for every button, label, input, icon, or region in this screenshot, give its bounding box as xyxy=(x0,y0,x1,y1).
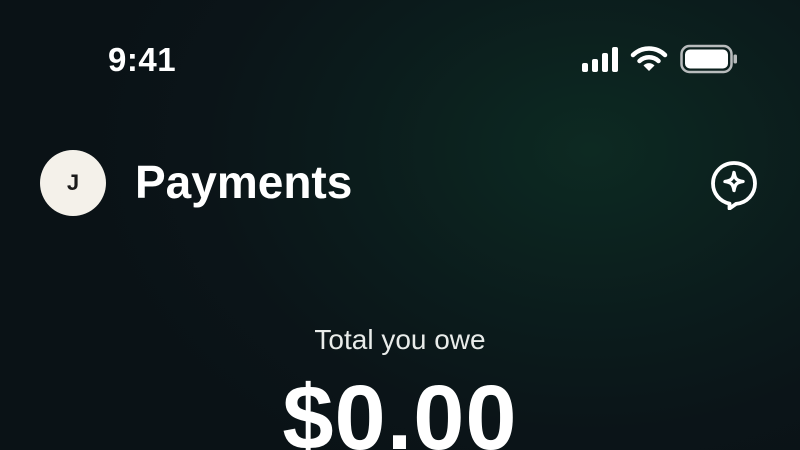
battery-icon xyxy=(680,44,737,74)
status-icons xyxy=(582,44,738,74)
balance-amount: $0.00 xyxy=(282,367,518,450)
status-time: 9:41 xyxy=(108,41,177,78)
wifi-icon xyxy=(630,46,668,71)
avatar-initial: J xyxy=(66,170,80,195)
sparkle-chat-icon xyxy=(711,161,757,210)
page-title: Payments xyxy=(135,156,353,208)
assistant-button[interactable] xyxy=(706,156,762,212)
cellular-signal-icon xyxy=(582,46,618,72)
avatar[interactable]: J xyxy=(40,150,106,216)
balance-label: Total you owe xyxy=(314,324,486,355)
